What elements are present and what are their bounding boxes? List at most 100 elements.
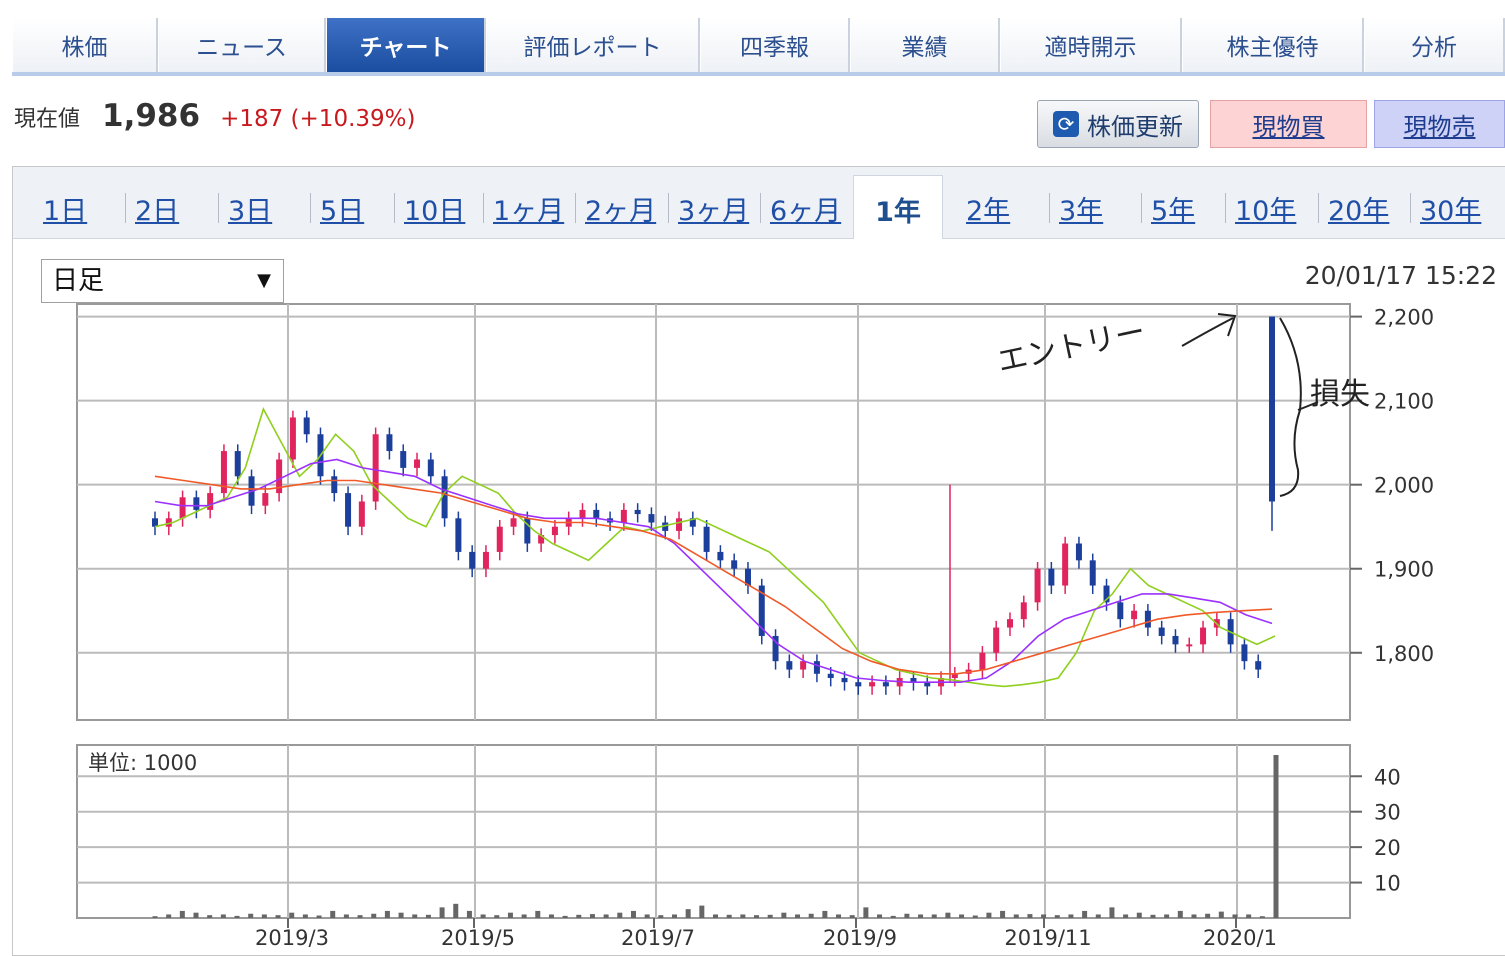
volume-bar: [1013, 914, 1019, 918]
volume-unit-label: 単位: 1000: [88, 751, 197, 775]
candle-body: [703, 526, 710, 552]
volume-bar: [918, 914, 924, 918]
candle-body: [579, 509, 586, 519]
volume-bar: [863, 907, 869, 918]
volume-bar: [521, 914, 527, 918]
price-plot-frame: [76, 303, 1351, 721]
volume-bar: [398, 912, 404, 918]
volume-bar: [1068, 914, 1074, 918]
volume-bar: [1164, 914, 1170, 918]
candle-body: [1020, 602, 1027, 620]
price-ytick-label: 2,100: [1374, 390, 1434, 414]
volume-bar: [1177, 910, 1183, 918]
volume-bar: [1082, 910, 1088, 918]
volume-bar: [494, 915, 500, 918]
volume-bar: [1109, 907, 1115, 918]
price-ytick-label: 2,200: [1374, 306, 1434, 330]
candle-body: [372, 434, 379, 502]
volume-bar: [1232, 914, 1238, 918]
candle-body: [469, 551, 476, 569]
volume-bar: [1054, 915, 1060, 918]
volume-bar: [685, 909, 691, 918]
volume-bar: [439, 907, 445, 918]
volume-bar: [179, 910, 185, 918]
volume-bar: [1205, 913, 1211, 918]
price-ytick-label: 2,000: [1374, 474, 1434, 498]
candle-body: [993, 627, 1000, 653]
candle-body: [827, 673, 834, 678]
volume-bar: [822, 910, 828, 918]
volume-bar: [603, 914, 609, 918]
volume-bar: [726, 914, 732, 918]
volume-ytick-label: 10: [1374, 872, 1401, 896]
candle-body: [593, 509, 600, 519]
volume-bar: [425, 914, 431, 918]
candle-body: [1200, 627, 1207, 645]
volume-ytick-label: 20: [1374, 836, 1401, 860]
candle-body: [813, 661, 820, 674]
volume-bar: [289, 912, 295, 918]
candle-body: [869, 682, 876, 687]
volume-bar: [535, 910, 541, 918]
volume-bar: [1150, 914, 1156, 918]
volume-bar: [1259, 916, 1265, 918]
candle-body: [496, 526, 503, 552]
candle-body: [510, 518, 517, 527]
volume-bar: [1123, 914, 1129, 918]
volume-bar: [877, 914, 883, 918]
candle-body: [345, 493, 352, 527]
candle-body: [1075, 543, 1082, 561]
volume-bar: [576, 914, 582, 918]
x-tick-label: 2019/9: [823, 926, 897, 947]
candle-body: [1117, 602, 1124, 620]
candle-body: [262, 493, 269, 506]
volume-bar: [1218, 911, 1224, 918]
volume-bar: [836, 914, 842, 918]
candle-body: [800, 661, 807, 670]
candle-body: [786, 661, 793, 670]
candle-body: [455, 518, 462, 552]
volume-bar: [507, 912, 513, 918]
volume-bar: [330, 910, 336, 918]
candle-body: [234, 451, 241, 477]
volume-bar: [384, 910, 390, 918]
volume-bar: [466, 910, 472, 918]
x-tick-label: 2019/7: [621, 926, 695, 947]
volume-bar: [740, 914, 746, 918]
candle-body: [358, 501, 365, 527]
candle-body: [193, 497, 200, 510]
volume-bar: [1273, 755, 1279, 918]
candle-body: [482, 551, 489, 569]
volume-bar: [234, 915, 240, 918]
volume-bar: [767, 914, 773, 918]
volume-bar: [248, 913, 254, 918]
candle-body: [979, 652, 986, 670]
volume-bar: [1136, 912, 1142, 918]
volume-bar: [671, 914, 677, 918]
volume-plot-frame: [76, 744, 1351, 919]
volume-ytick-label: 40: [1374, 765, 1401, 789]
candle-body: [676, 518, 683, 531]
volume-bar: [453, 903, 459, 918]
candle-body: [731, 560, 738, 569]
candle-body: [1144, 610, 1151, 628]
volume-bar: [890, 915, 896, 918]
volume-bar: [343, 914, 349, 918]
price-ytick-label: 1,800: [1374, 642, 1434, 666]
volume-bar: [220, 914, 226, 918]
volume-bar: [412, 914, 418, 918]
candle-body: [427, 459, 434, 477]
volume-bar: [193, 912, 199, 918]
volume-bar: [945, 912, 951, 918]
volume-bar: [849, 915, 855, 918]
x-tick-label: 2019/3: [255, 926, 329, 947]
volume-bar: [207, 915, 213, 918]
candle-body: [882, 682, 889, 687]
volume-bar: [931, 914, 937, 918]
candle-body: [1131, 610, 1138, 620]
volume-bar: [617, 912, 623, 918]
candle-body: [855, 682, 862, 687]
candle-body: [1241, 644, 1248, 662]
volume-bar: [261, 914, 267, 918]
price-ytick-label: 1,900: [1374, 558, 1434, 582]
